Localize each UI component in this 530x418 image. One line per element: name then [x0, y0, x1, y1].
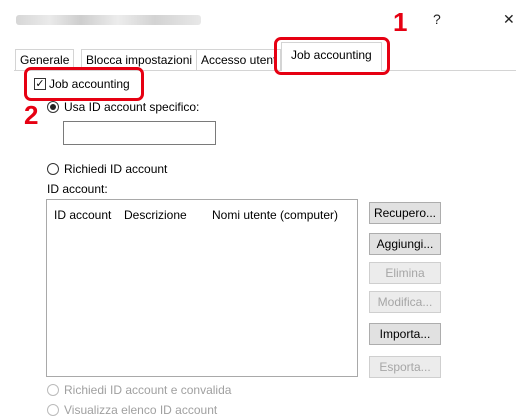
request-validate-label: Richiedi ID account e convalida: [64, 383, 232, 397]
use-specific-id-label: Usa ID account specifico:: [64, 100, 200, 114]
account-id-list[interactable]: ID account Descrizione Nomi utente (comp…: [46, 199, 358, 377]
modifica-button[interactable]: Modifica...: [369, 291, 441, 313]
request-id-label: Richiedi ID account: [64, 162, 168, 176]
window-title: [16, 15, 201, 25]
recupero-button[interactable]: Recupero...: [369, 202, 441, 224]
use-specific-id-radio[interactable]: [47, 101, 59, 113]
close-button[interactable]: ✕: [503, 11, 515, 28]
job-accounting-checkbox[interactable]: ✓: [34, 78, 46, 90]
show-list-radio[interactable]: [47, 404, 59, 416]
column-header-description[interactable]: Descrizione: [124, 208, 187, 222]
column-header-id[interactable]: ID account: [54, 208, 111, 222]
tab-accesso-utente[interactable]: Accesso utent: [196, 49, 282, 70]
account-id-list-label: ID account:: [47, 182, 108, 196]
callout-2: 2: [24, 100, 39, 130]
elimina-button[interactable]: Elimina: [369, 262, 441, 284]
specific-id-input[interactable]: [63, 121, 216, 145]
aggiungi-button[interactable]: Aggiungi...: [369, 233, 441, 255]
highlight-tab-box: [274, 37, 390, 75]
help-button[interactable]: ?: [433, 11, 441, 27]
callout-1: 1: [393, 7, 408, 37]
job-accounting-label: Job accounting: [49, 77, 130, 91]
importa-button[interactable]: Importa...: [369, 323, 441, 345]
request-validate-radio[interactable]: [47, 384, 59, 396]
esporta-button[interactable]: Esporta...: [369, 356, 441, 378]
check-icon: ✓: [35, 78, 45, 90]
request-id-radio[interactable]: [47, 163, 59, 175]
column-header-usernames[interactable]: Nomi utente (computer): [212, 208, 338, 222]
show-list-label: Visualizza elenco ID account: [64, 403, 218, 417]
